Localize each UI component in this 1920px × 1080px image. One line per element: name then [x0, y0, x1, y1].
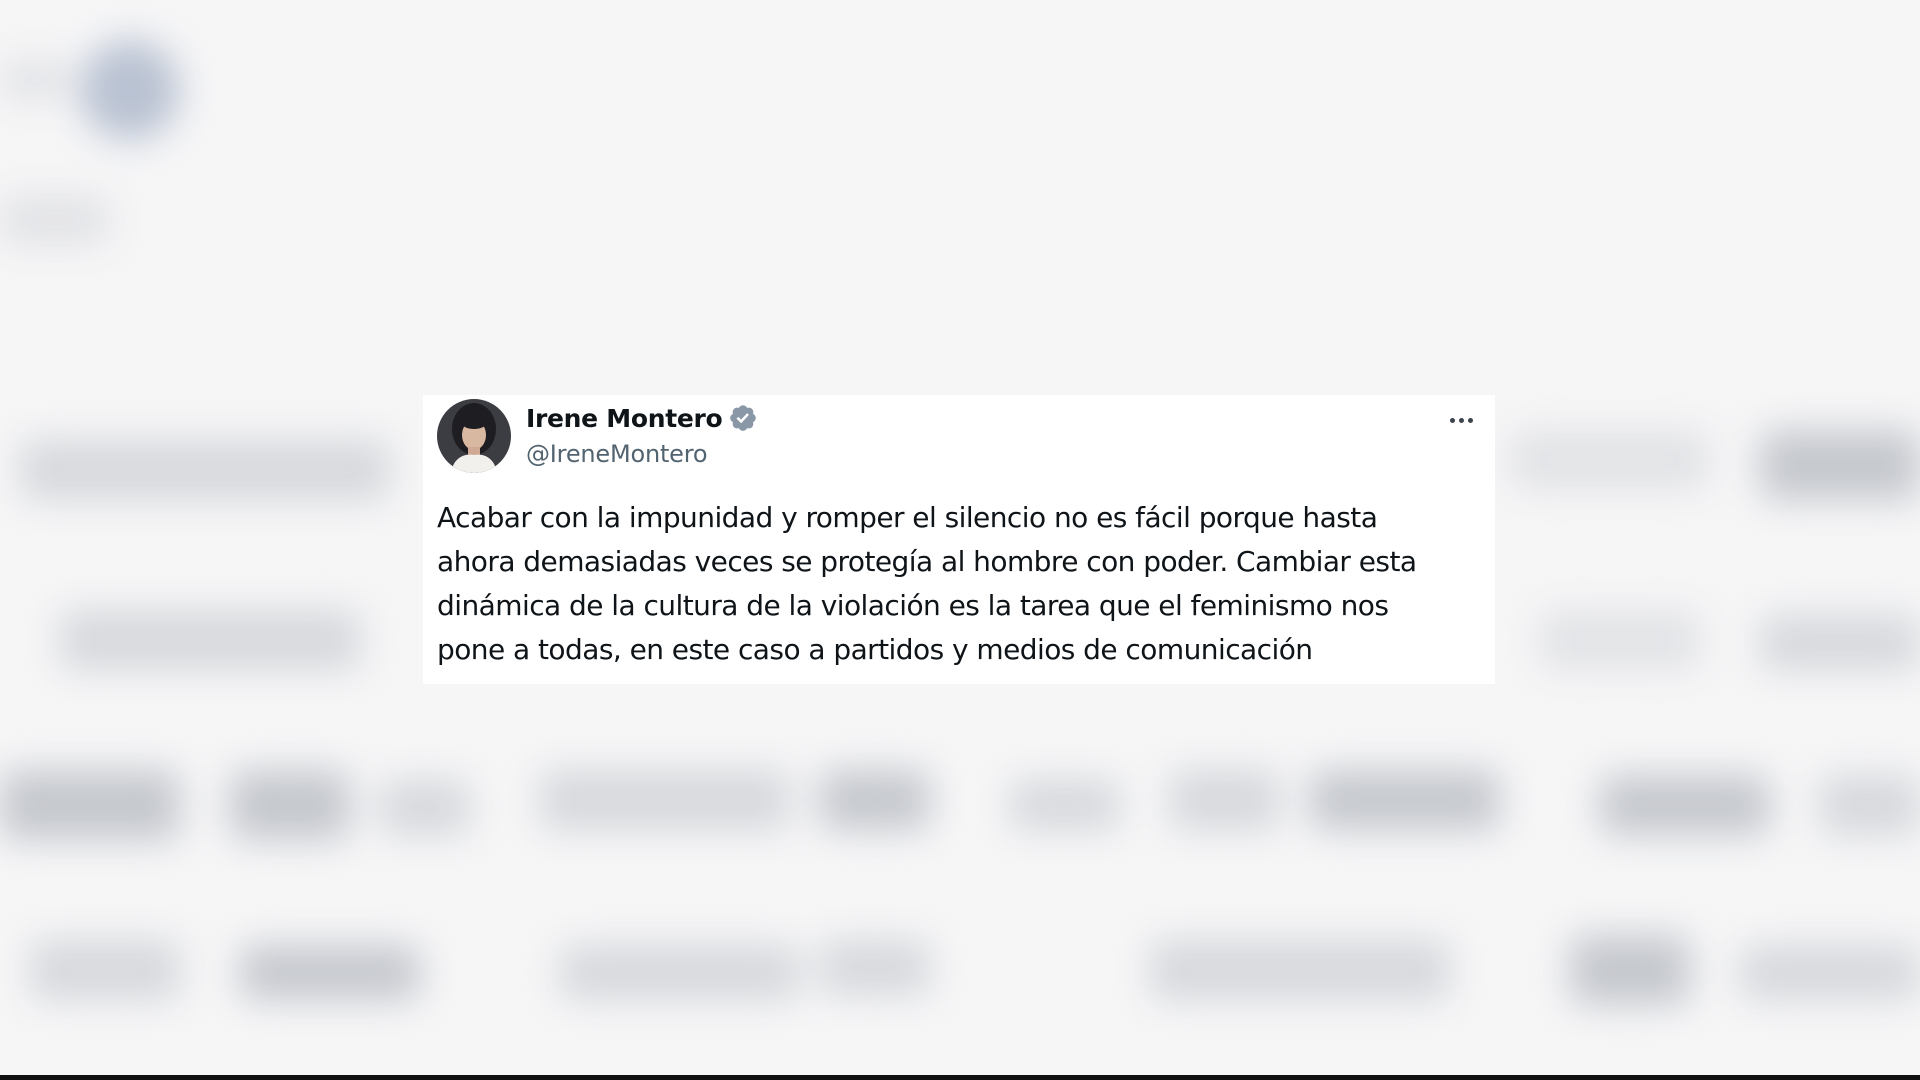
ellipsis-icon — [1458, 417, 1464, 423]
tweet-header: Irene Montero @IreneMontero — [437, 398, 758, 474]
name-row: Irene Montero — [526, 400, 758, 436]
more-options-button[interactable] — [1441, 407, 1481, 433]
bottom-edge — [0, 1075, 1920, 1080]
ellipsis-icon — [1449, 417, 1455, 423]
user-block: Irene Montero @IreneMontero — [526, 400, 758, 472]
profile-photo-icon — [437, 399, 511, 473]
ellipsis-icon — [1467, 417, 1473, 423]
tweet-text: Acabar con la impunidad y romper el sile… — [437, 496, 1487, 672]
video-frame: Irene Montero @IreneMontero Acabar con l… — [0, 0, 1920, 1080]
tweet-text-line: pone a todas, en este caso a partidos y … — [437, 633, 1313, 666]
user-handle[interactable]: @IreneMontero — [526, 436, 758, 472]
tweet-text-line: Acabar con la impunidad y romper el sile… — [437, 501, 1378, 534]
tweet-card: Irene Montero @IreneMontero Acabar con l… — [423, 395, 1495, 684]
avatar[interactable] — [437, 399, 511, 473]
tweet-text-line: ahora demasiadas veces se protegía al ho… — [437, 545, 1417, 578]
verified-badge-icon — [728, 403, 758, 433]
tweet-text-line: dinámica de la cultura de la violación e… — [437, 589, 1389, 622]
display-name[interactable]: Irene Montero — [526, 404, 723, 433]
